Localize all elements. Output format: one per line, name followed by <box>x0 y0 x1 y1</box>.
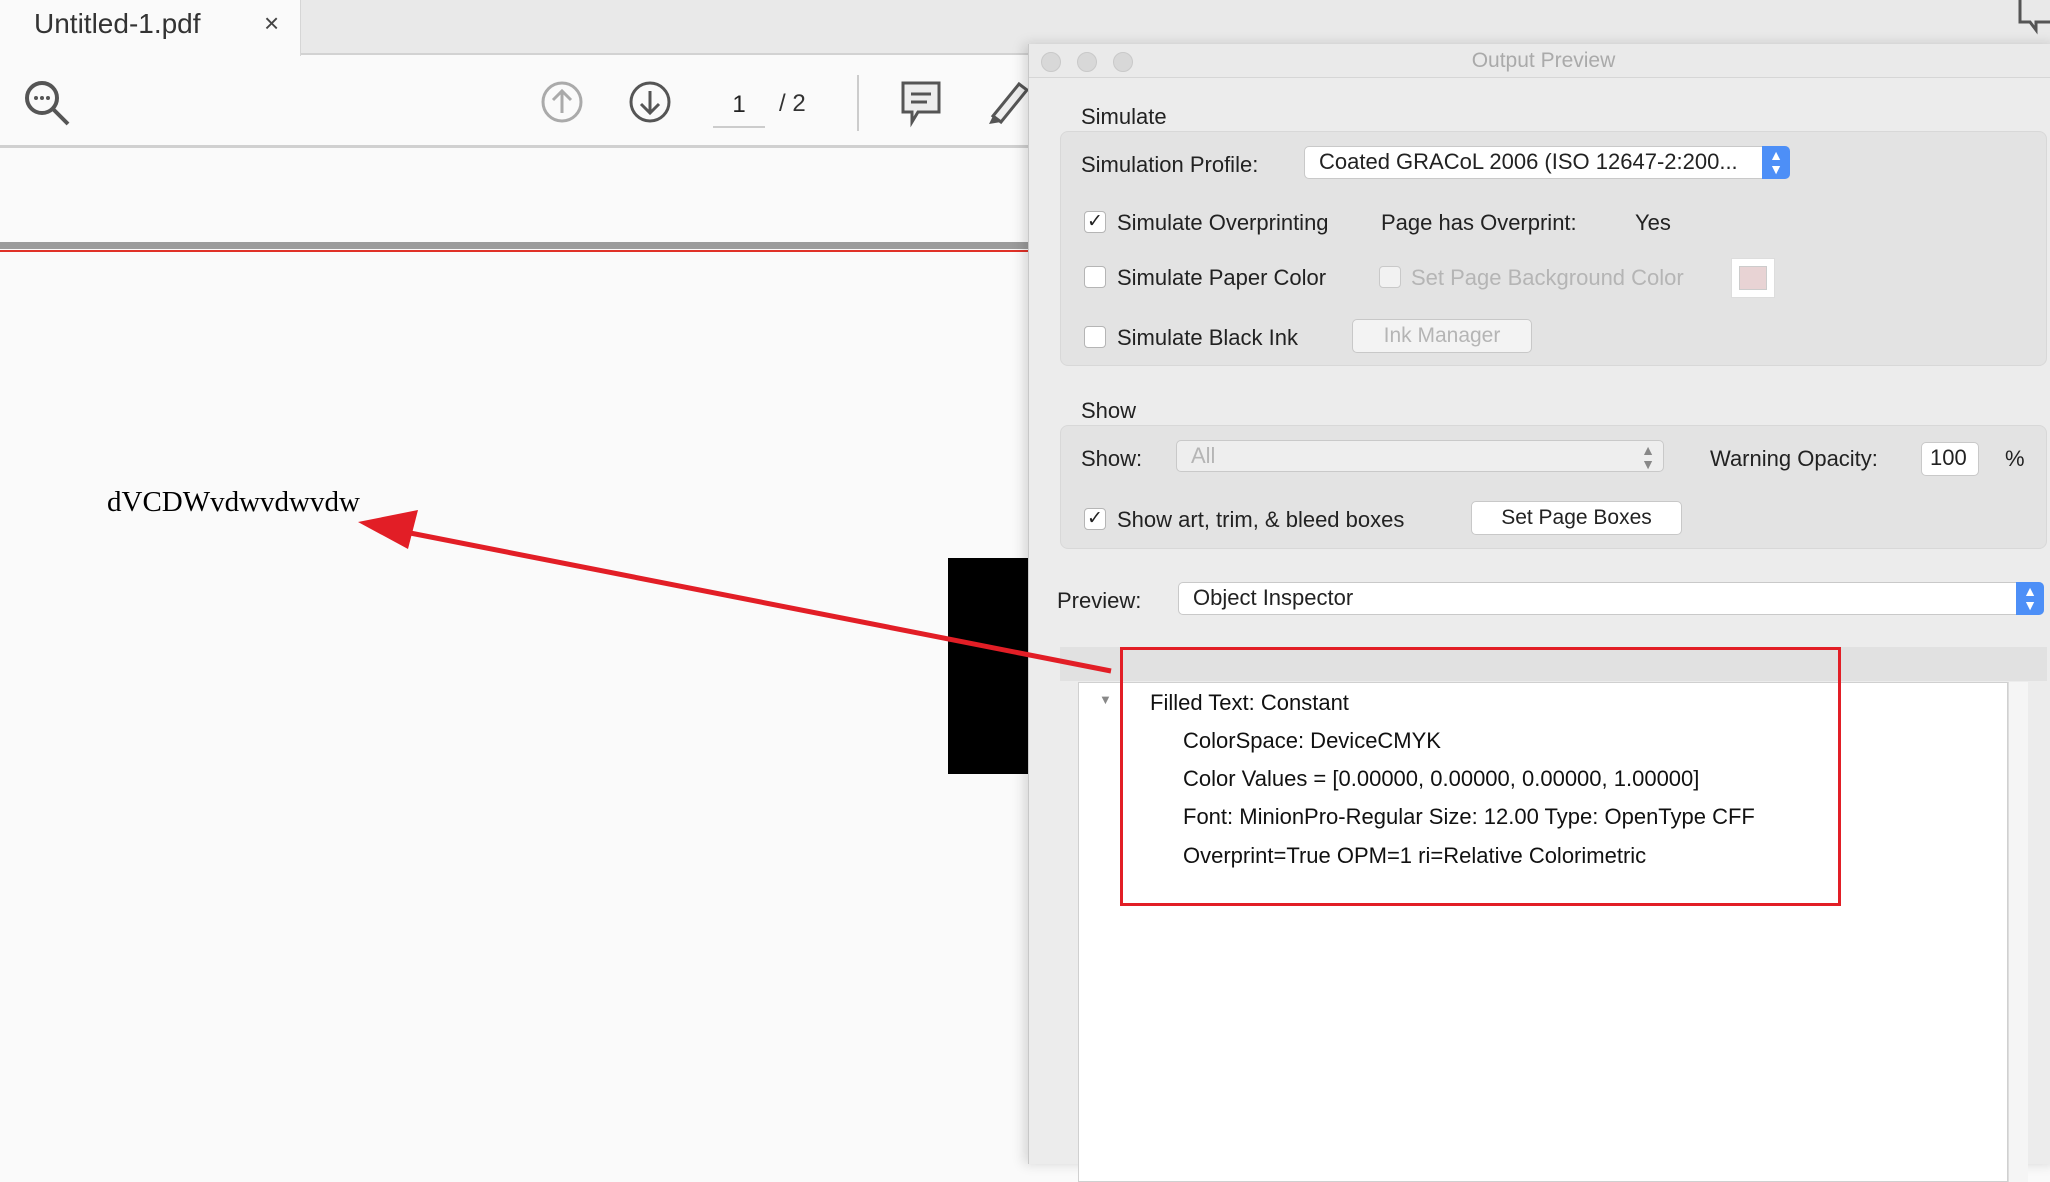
show-value: All <box>1191 443 1216 468</box>
simulation-profile-label: Simulation Profile: <box>1081 152 1259 177</box>
document-black-rectangle <box>948 558 1028 774</box>
preview-label: Preview: <box>1057 588 1142 613</box>
comment-icon[interactable] <box>900 80 944 128</box>
stepper-icon: ▲ ▼ <box>1762 146 1790 179</box>
document-text: dVCDWvdwvdwvdw <box>107 486 360 518</box>
disclosure-triangle-icon[interactable]: ▼ <box>1099 692 1112 707</box>
set-page-boxes-button[interactable]: Set Page Boxes <box>1471 501 1682 535</box>
show-boxes-label: Show art, trim, & bleed boxes <box>1117 507 1405 532</box>
zoom-icon[interactable] <box>22 78 72 128</box>
background-color-swatch[interactable] <box>1731 258 1775 298</box>
warning-opacity-input[interactable]: 100 <box>1921 442 1979 476</box>
simulate-black-ink-checkbox[interactable] <box>1084 326 1106 348</box>
pen-icon[interactable] <box>985 78 1029 126</box>
simulate-paper-color-label: Simulate Paper Color <box>1117 265 1327 290</box>
simulate-black-ink-label: Simulate Black Ink <box>1117 325 1298 350</box>
page-down-icon[interactable] <box>628 80 672 124</box>
page-overprint-value: Yes <box>1635 210 1671 235</box>
simulate-overprinting-label: Simulate Overprinting <box>1117 210 1329 235</box>
set-page-background-label: Set Page Background Color <box>1411 265 1684 290</box>
dialog-title: Output Preview <box>1471 49 1616 72</box>
highlight-box <box>1120 647 1841 906</box>
show-section-label: Show <box>1081 398 1137 423</box>
show-boxes-checkbox[interactable]: ✓ <box>1084 508 1106 530</box>
stepper-icon: ▲ ▼ <box>2016 582 2044 615</box>
output-preview-dialog: Output Preview Simulate Simulation Profi… <box>1028 44 2050 1182</box>
tab-title: Untitled-1.pdf <box>34 8 201 39</box>
set-page-background-checkbox[interactable] <box>1379 266 1401 288</box>
warning-opacity-label: Warning Opacity: <box>1710 446 1878 471</box>
simulate-section-label: Simulate <box>1081 104 1167 129</box>
arrow-head-icon <box>358 510 418 549</box>
ink-manager-button[interactable]: Ink Manager <box>1352 319 1532 353</box>
simulate-overprinting-checkbox[interactable]: ✓ <box>1084 211 1106 233</box>
simulation-profile-value: Coated GRACoL 2006 (ISO 12647-2:200... <box>1319 149 1738 174</box>
show-select[interactable]: All ▲ ▼ <box>1176 440 1664 472</box>
toolbar-divider <box>857 75 859 131</box>
tab-untitled[interactable]: Untitled-1.pdf × <box>0 0 301 57</box>
percent-label: % <box>2005 446 2025 471</box>
preview-select[interactable]: Object Inspector ▲ ▼ <box>1178 582 2044 615</box>
page-total: / 2 <box>779 90 806 117</box>
stepper-icon: ▲ ▼ <box>1641 442 1655 472</box>
page-up-icon[interactable] <box>540 80 584 124</box>
show-label: Show: <box>1081 446 1143 471</box>
close-tab-icon[interactable]: × <box>264 8 279 39</box>
inspector-scrollbar[interactable] <box>2008 682 2028 1182</box>
simulation-profile-select[interactable]: Coated GRACoL 2006 (ISO 12647-2:200... ▲ ▼ <box>1304 146 1790 179</box>
share-icon[interactable] <box>2016 0 2050 36</box>
title-bar: Output Preview <box>1029 44 2050 78</box>
page-number-input[interactable]: 1 <box>713 88 765 128</box>
simulate-paper-color-checkbox[interactable] <box>1084 266 1106 288</box>
preview-value: Object Inspector <box>1193 585 1354 610</box>
page-overprint-label: Page has Overprint: <box>1381 210 1577 235</box>
